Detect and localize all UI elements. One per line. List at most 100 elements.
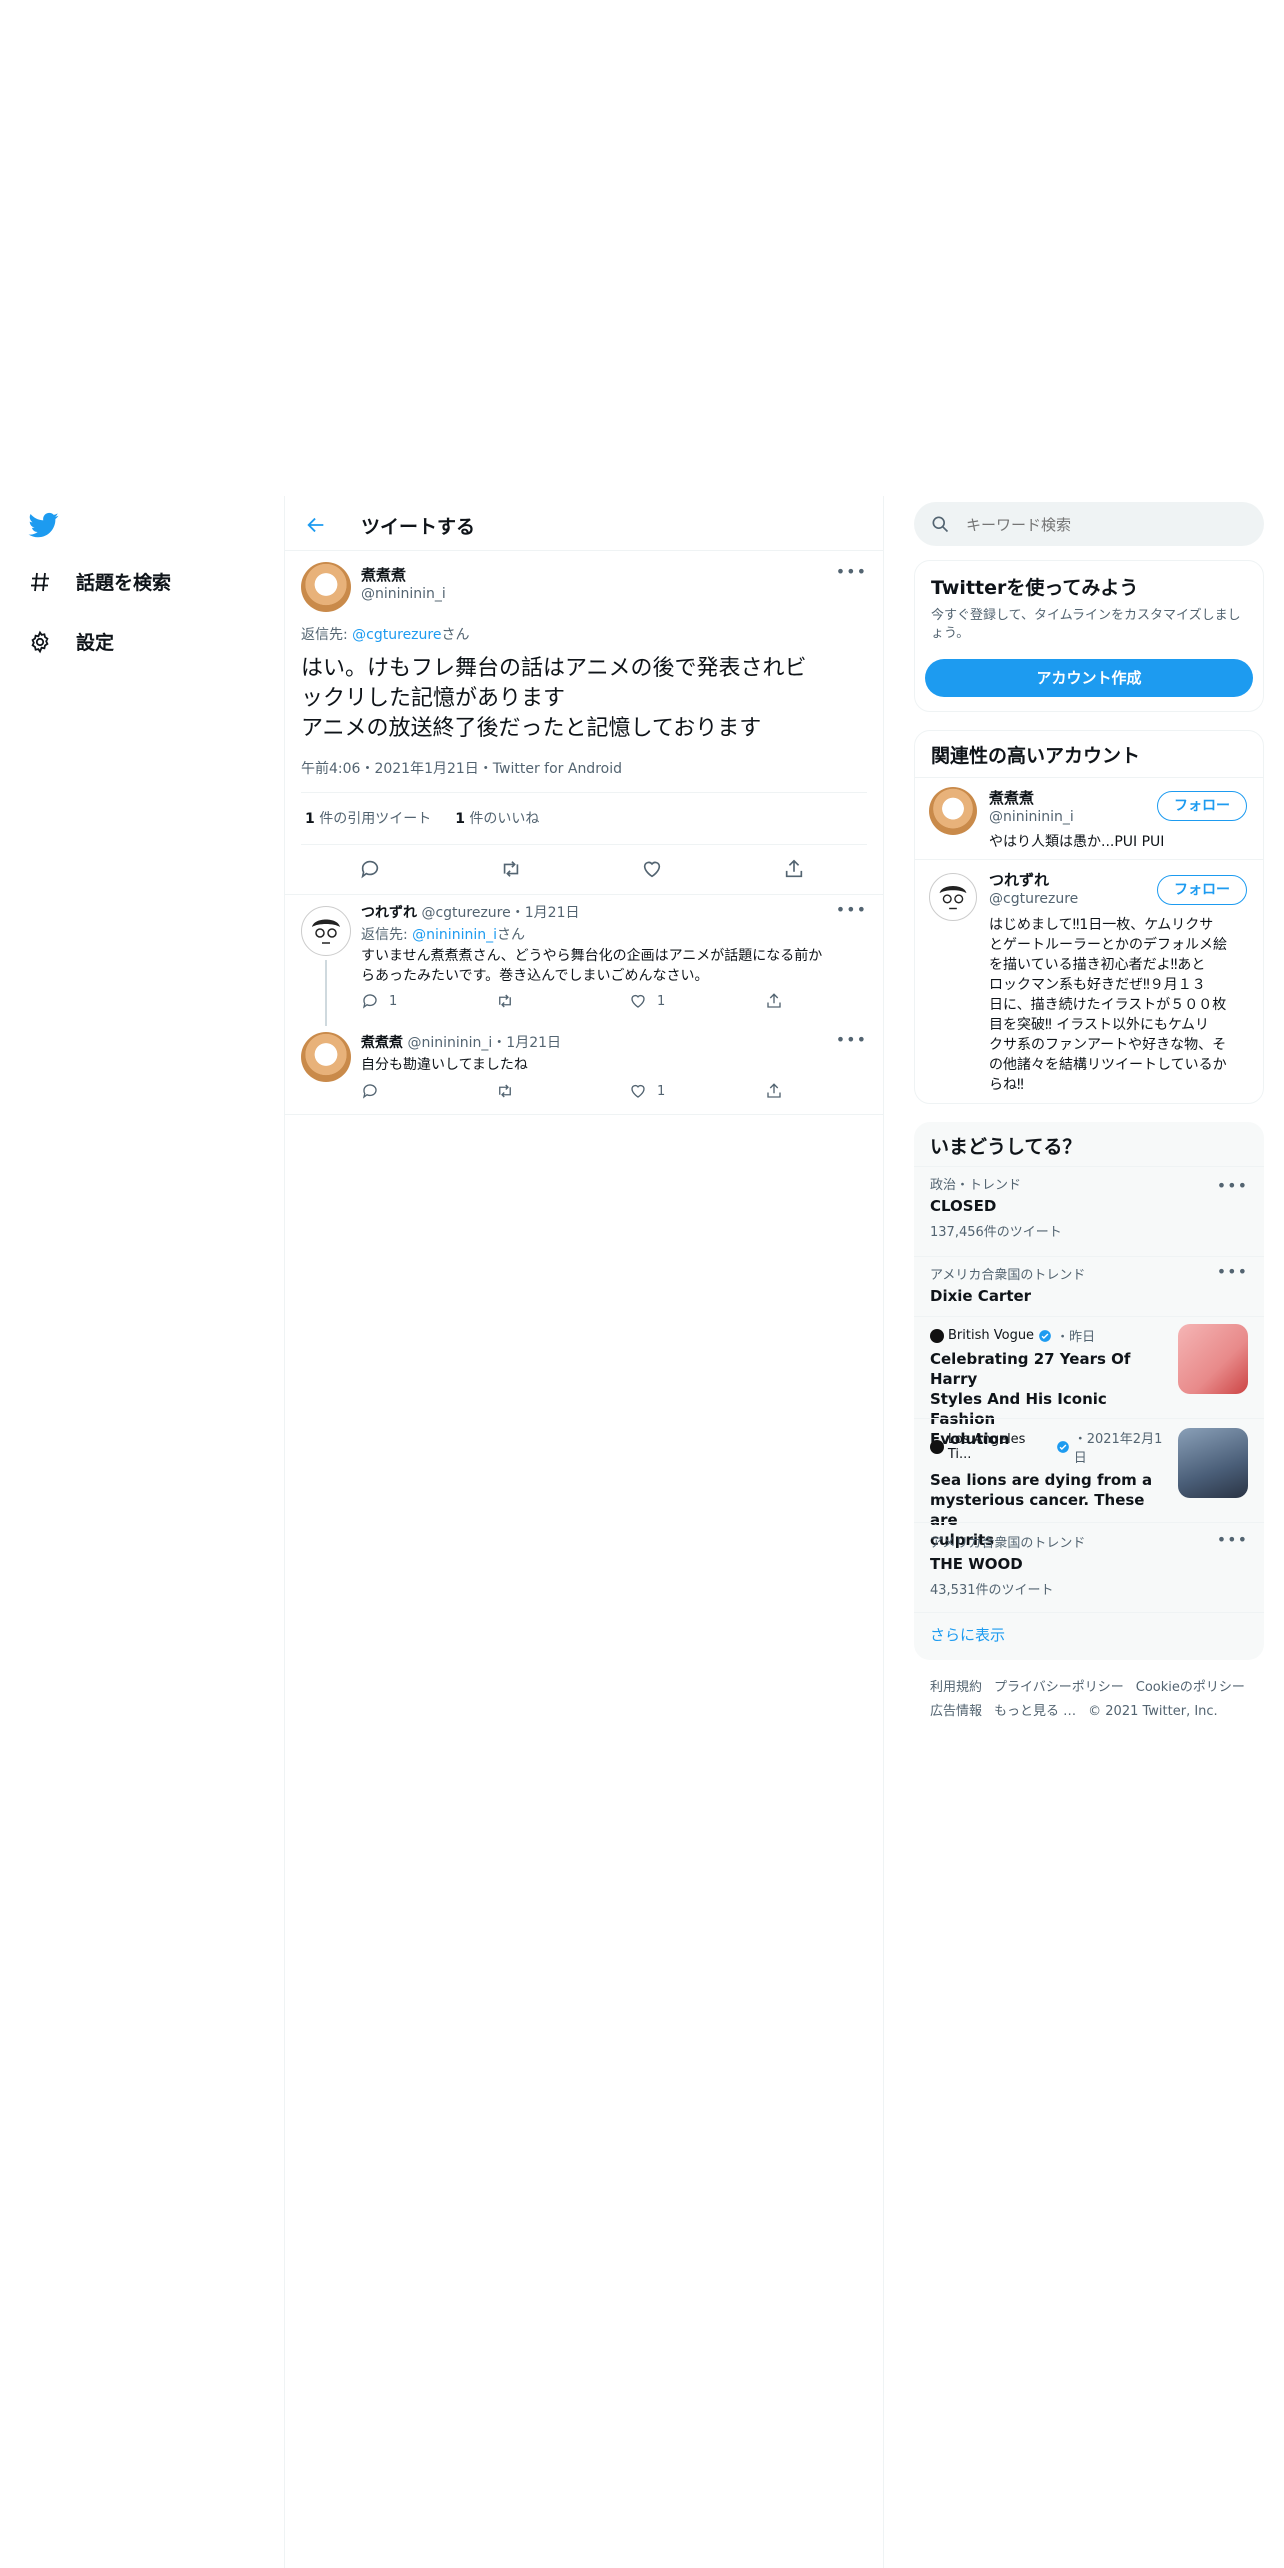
tweet-timestamp[interactable]: 午前4:06・2021年1月21日・Twitter for Android xyxy=(301,758,622,778)
more-options-icon[interactable]: ••• xyxy=(1217,1262,1248,1281)
reply-button[interactable] xyxy=(361,1082,379,1100)
reply-icon[interactable] xyxy=(359,858,381,880)
account-name[interactable]: 煮煮煮 xyxy=(989,787,1034,808)
avatar[interactable] xyxy=(301,1032,351,1082)
tweet-text-line: はい。けもフレ舞台の話はアニメの後で発表されビ xyxy=(301,656,807,681)
quote-tweets-link[interactable]: 1 件の引用ツイート xyxy=(305,808,431,828)
share-icon xyxy=(765,1082,783,1100)
like-icon xyxy=(629,1082,647,1100)
avatar[interactable] xyxy=(301,562,351,612)
create-account-button[interactable]: アカウント作成 xyxy=(925,659,1253,697)
trends-title: いまどうしてる？ xyxy=(930,1136,1082,1158)
author-name[interactable]: つれずれ xyxy=(361,905,417,921)
reply-to-link[interactable]: @ninininin_i xyxy=(412,927,497,943)
news-thumbnail[interactable] xyxy=(1178,1428,1248,1498)
news-date: ・2021年2月1日 xyxy=(1073,1432,1163,1466)
tweet-text-line: ックリした記憶があります xyxy=(301,686,566,711)
more-options-icon[interactable]: ••• xyxy=(836,562,867,581)
footer-row: 利用規約 プライバシーポリシー Cookieのポリシー xyxy=(930,1676,1270,1700)
footer-link-cookie[interactable]: Cookieのポリシー xyxy=(1136,1676,1245,1700)
author-handle[interactable]: @ninininin_i xyxy=(407,1035,492,1051)
footer-link-privacy[interactable]: プライバシーポリシー xyxy=(994,1676,1124,1700)
reply-to-link[interactable]: @cgturezure xyxy=(352,627,441,643)
tweet-text: すいません煮煮煮さん、どうやら舞台化の企画はアニメが話題になる前か らあったみた… xyxy=(361,946,822,986)
bio-line: とゲートルーラーとかのデフォルメ絵 xyxy=(989,937,1227,953)
tweet-date[interactable]: ・1月21日 xyxy=(511,905,580,921)
tweet-stats: 1 件の引用ツイート 1 件のいいね xyxy=(305,808,539,828)
footer-row: 広告情報 もっと見る … © 2021 Twitter, Inc. xyxy=(930,1700,1270,1724)
trend-count: 43,531件のツイート xyxy=(930,1583,1054,1598)
more-options-icon[interactable]: ••• xyxy=(1217,1530,1248,1549)
twitter-logo-icon[interactable] xyxy=(28,510,60,540)
share-button[interactable] xyxy=(765,1082,783,1100)
reply-button[interactable]: 1 xyxy=(361,992,397,1010)
author-handle[interactable]: @ninininin_i xyxy=(361,586,446,602)
avatar[interactable] xyxy=(301,906,351,956)
account-bio: やはり人類は愚か...PUI PUI xyxy=(989,834,1165,850)
nav-item-explore[interactable]: 話題を検索 xyxy=(28,568,171,595)
avatar[interactable] xyxy=(929,787,977,835)
news-thumbnail[interactable] xyxy=(1178,1324,1248,1394)
follow-button[interactable]: フォロー xyxy=(1157,875,1247,905)
trend-item[interactable]: アメリカ合衆国のトレンド THE WOOD 43,531件のツイート xyxy=(930,1532,1248,1598)
news-date: ・昨日 xyxy=(1056,1330,1096,1345)
footer-link-more[interactable]: もっと見る … xyxy=(994,1700,1076,1724)
nav-item-label: 設定 xyxy=(76,632,115,654)
reply-prefix: 返信先: xyxy=(301,627,353,643)
author-handle[interactable]: @cgturezure xyxy=(421,905,510,921)
back-arrow-icon[interactable] xyxy=(305,514,327,536)
verified-icon xyxy=(1056,1440,1070,1454)
news-source-row: Los Angeles Ti... ・2021年2月1日 xyxy=(930,1428,1174,1466)
account-handle[interactable]: @ninininin_i xyxy=(989,809,1074,825)
copyright: © 2021 Twitter, Inc. xyxy=(1088,1704,1218,1719)
trend-name: THE WOOD xyxy=(930,1555,1023,1573)
like-button[interactable]: 1 xyxy=(629,1082,665,1100)
retweet-button[interactable] xyxy=(495,1082,515,1100)
trend-item[interactable]: アメリカ合衆国のトレンド Dixie Carter xyxy=(930,1264,1248,1305)
reply-suffix: さん xyxy=(441,627,470,643)
tweet-text-line: らあったみたいです。巻き込んでしまいごめんなさい。 xyxy=(361,968,709,984)
headline-line: Styles And His Iconic Fashion xyxy=(930,1390,1107,1428)
like-button[interactable]: 1 xyxy=(629,992,665,1010)
news-source-row: British Vogue ・昨日 xyxy=(930,1326,1174,1345)
account-handle[interactable]: @cgturezure xyxy=(989,891,1078,907)
retweet-button[interactable] xyxy=(495,992,515,1010)
nav-item-settings[interactable]: 設定 xyxy=(28,628,114,655)
bio-line: クサ系のファンアートや好きな物、そ xyxy=(989,1037,1227,1053)
author-name[interactable]: 煮煮煮 xyxy=(361,1035,403,1051)
retweet-icon[interactable] xyxy=(499,858,523,880)
more-options-icon[interactable]: ••• xyxy=(1217,1176,1248,1195)
account-name[interactable]: つれずれ xyxy=(989,869,1049,890)
show-more-link[interactable]: さらに表示 xyxy=(930,1624,1005,1645)
search-input[interactable] xyxy=(964,512,1248,538)
author-name[interactable]: 煮煮煮 xyxy=(361,564,406,585)
trend-name: CLOSED xyxy=(930,1197,997,1215)
nav-item-label: 話題を検索 xyxy=(76,572,172,594)
like-icon[interactable] xyxy=(641,858,663,880)
bio-line: らね‼ xyxy=(989,1077,1024,1093)
hashtag-icon xyxy=(28,570,52,594)
like-count: 1 xyxy=(657,1083,666,1099)
trend-meta: アメリカ合衆国のトレンド xyxy=(930,1536,1086,1551)
bio-line: 目を突破‼ イラスト以外にもケムリ xyxy=(989,1017,1209,1033)
share-button[interactable] xyxy=(765,992,783,1010)
likes-link[interactable]: 1 件のいいね xyxy=(455,808,539,828)
page-title: ツイートする xyxy=(361,516,476,538)
follow-button[interactable]: フォロー xyxy=(1157,791,1247,821)
tweet-text-line: アニメの放送終了後だったと記憶しております xyxy=(301,716,762,741)
reply-prefix: 返信先: xyxy=(361,927,413,943)
more-options-icon[interactable]: ••• xyxy=(836,900,867,919)
footer-link-terms[interactable]: 利用規約 xyxy=(930,1676,982,1700)
quote-count: 1 xyxy=(305,811,315,827)
avatar[interactable] xyxy=(929,873,977,921)
tweet-date[interactable]: ・1月21日 xyxy=(492,1035,561,1051)
search-box[interactable] xyxy=(914,502,1264,546)
trend-item[interactable]: 政治・トレンド CLOSED 137,456件のツイート xyxy=(930,1174,1248,1240)
footer-link-ads[interactable]: 広告情報 xyxy=(930,1700,982,1724)
gear-icon xyxy=(28,630,52,654)
share-icon[interactable] xyxy=(783,858,805,880)
reply-header: 煮煮煮 @ninininin_i・1月21日 xyxy=(361,1032,561,1052)
main-column: ツイートする 煮煮煮 @ninininin_i ••• 返信先: @cgture… xyxy=(284,496,884,2568)
more-options-icon[interactable]: ••• xyxy=(836,1030,867,1049)
headline-line: mysterious cancer. These are xyxy=(930,1491,1145,1529)
